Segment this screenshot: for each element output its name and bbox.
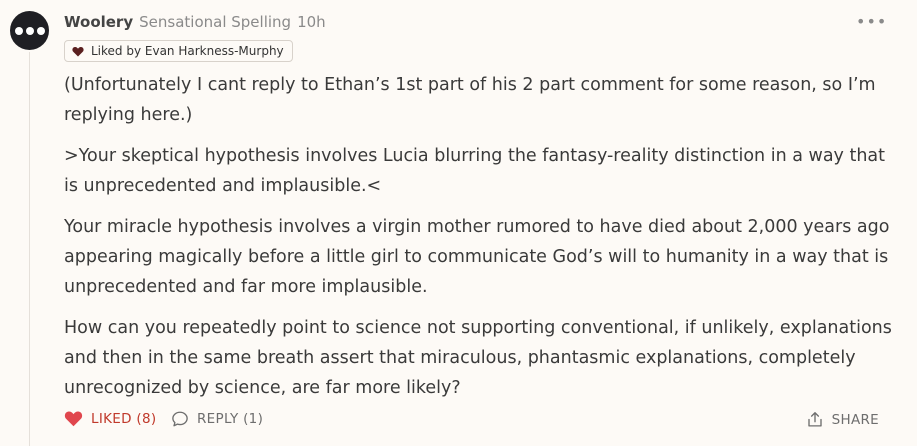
comment-paragraph: >Your skeptical hypothesis involves Luci… bbox=[64, 146, 886, 196]
user-flair: Sensational Spelling bbox=[139, 13, 292, 31]
author-name[interactable]: Woolery bbox=[64, 13, 133, 31]
share-button[interactable]: SHARE bbox=[806, 410, 879, 429]
reply-button[interactable]: REPLY (1) bbox=[171, 410, 263, 428]
comment-paragraph: (Unfortunately I cant reply to Ethan’s 1… bbox=[64, 75, 876, 125]
like-label: LIKED (8) bbox=[91, 410, 157, 427]
reply-label: REPLY (1) bbox=[197, 411, 264, 427]
heart-icon bbox=[64, 411, 83, 427]
comment-paragraph: How can you repeatedly point to science … bbox=[64, 318, 892, 398]
liked-by-text: Liked by Evan Harkness-Murphy bbox=[91, 44, 284, 58]
timestamp[interactable]: 10h bbox=[297, 13, 326, 31]
avatar-dot bbox=[36, 26, 45, 35]
comment-header: Woolery Sensational Spelling 10h bbox=[64, 13, 326, 31]
heart-icon bbox=[72, 46, 84, 56]
comment-body: (Unfortunately I cant reply to Ethan’s 1… bbox=[64, 70, 894, 414]
comment-actions: LIKED (8) REPLY (1) SHARE bbox=[64, 410, 879, 434]
share-icon bbox=[807, 412, 822, 427]
speech-bubble-icon bbox=[172, 411, 188, 427]
avatar[interactable] bbox=[10, 11, 49, 50]
liked-by-badge: Liked by Evan Harkness-Murphy bbox=[64, 40, 293, 62]
share-label: SHARE bbox=[831, 411, 879, 428]
thread-line bbox=[29, 52, 30, 446]
comment-paragraph: Your miracle hypothesis involves a virgi… bbox=[64, 217, 890, 297]
like-button[interactable]: LIKED (8) bbox=[64, 410, 156, 427]
more-options-icon[interactable]: ••• bbox=[856, 12, 887, 31]
avatar-dot bbox=[14, 26, 23, 35]
avatar-dot bbox=[25, 26, 34, 35]
